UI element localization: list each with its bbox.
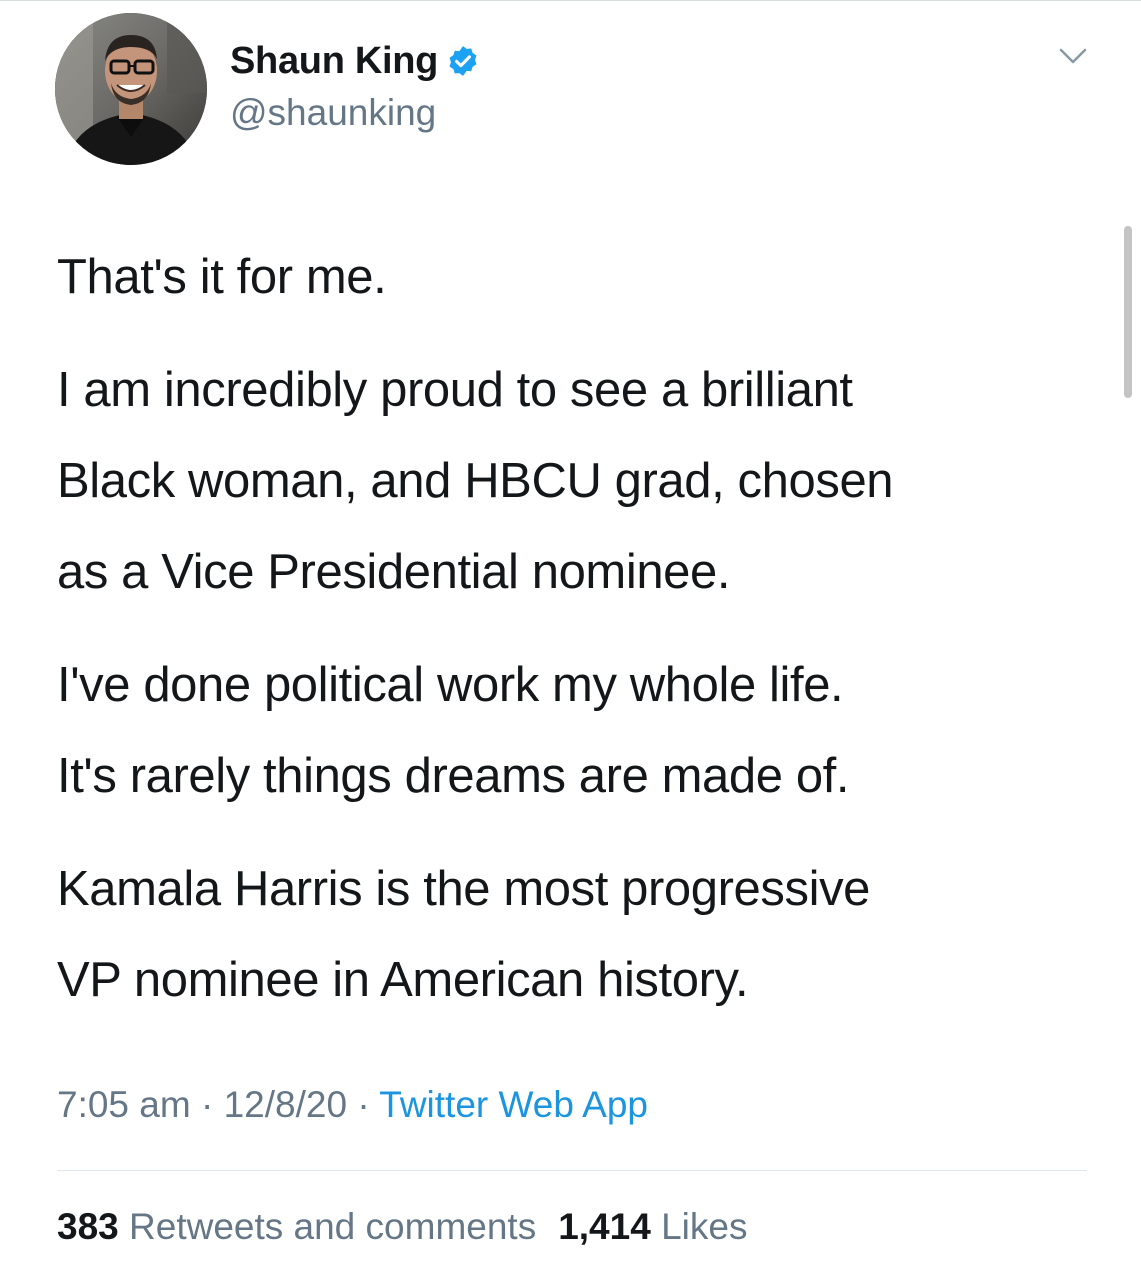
chevron-down-icon[interactable] (1058, 46, 1088, 66)
likes-stat[interactable]: 1,414 Likes (558, 1206, 747, 1247)
tweet-paragraph: I am incredibly proud to see a brilliant… (57, 363, 894, 599)
tweet-author: Shaun King @shaunking (230, 38, 480, 134)
tweet-paragraph: Kamala Harris is the most progressive VP… (57, 862, 871, 1007)
verified-badge-icon (446, 44, 480, 78)
retweets-count: 383 (57, 1206, 119, 1247)
tweet-stats: 383 Retweets and comments 1,414 Likes (57, 1206, 769, 1248)
name-row: Shaun King (230, 38, 480, 84)
likes-count: 1,414 (558, 1206, 651, 1247)
avatar-image (55, 13, 207, 165)
likes-label: Likes (661, 1206, 748, 1247)
top-divider (0, 0, 1141, 1)
tweet-paragraph: That's it for me. (57, 250, 387, 304)
scrollbar[interactable] (1124, 226, 1132, 398)
meta-separator: · (190, 1084, 224, 1125)
tweet-time[interactable]: 7:05 am (57, 1084, 191, 1125)
tweet-text: That's it for me. I am incredibly proud … (57, 232, 1117, 1026)
tweet-paragraph: I've done political work my whole life. … (57, 658, 850, 803)
retweets-stat[interactable]: 383 Retweets and comments (57, 1206, 536, 1247)
retweets-label: Retweets and comments (129, 1206, 537, 1247)
tweet-source-link[interactable]: Twitter Web App (379, 1084, 648, 1125)
author-display-name[interactable]: Shaun King (230, 40, 438, 83)
meta-separator: · (347, 1084, 380, 1125)
tweet-date[interactable]: 12/8/20 (224, 1084, 347, 1125)
avatar[interactable] (55, 13, 207, 165)
tweet-meta: 7:05 am · 12/8/20 · Twitter Web App (57, 1084, 648, 1126)
author-handle[interactable]: @shaunking (230, 92, 480, 134)
stats-divider (57, 1170, 1087, 1171)
